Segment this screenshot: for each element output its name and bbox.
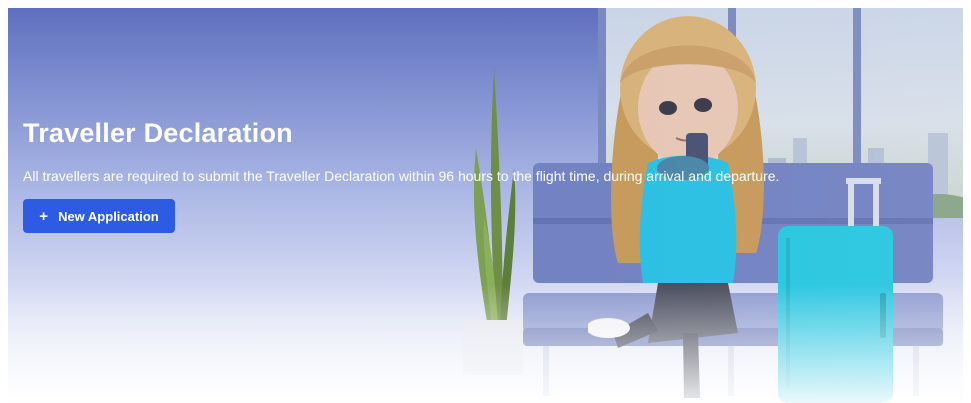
- new-application-button[interactable]: + New Application: [23, 199, 175, 233]
- traveller-illustration: [588, 16, 764, 398]
- page-title: Traveller Declaration: [23, 118, 293, 148]
- page-subtitle: All travellers are required to submit th…: [23, 168, 780, 184]
- new-application-label: New Application: [58, 208, 159, 224]
- hero-banner: Traveller Declaration All travellers are…: [8, 8, 963, 403]
- plus-icon: +: [39, 207, 49, 225]
- suitcase-icon: [778, 178, 893, 403]
